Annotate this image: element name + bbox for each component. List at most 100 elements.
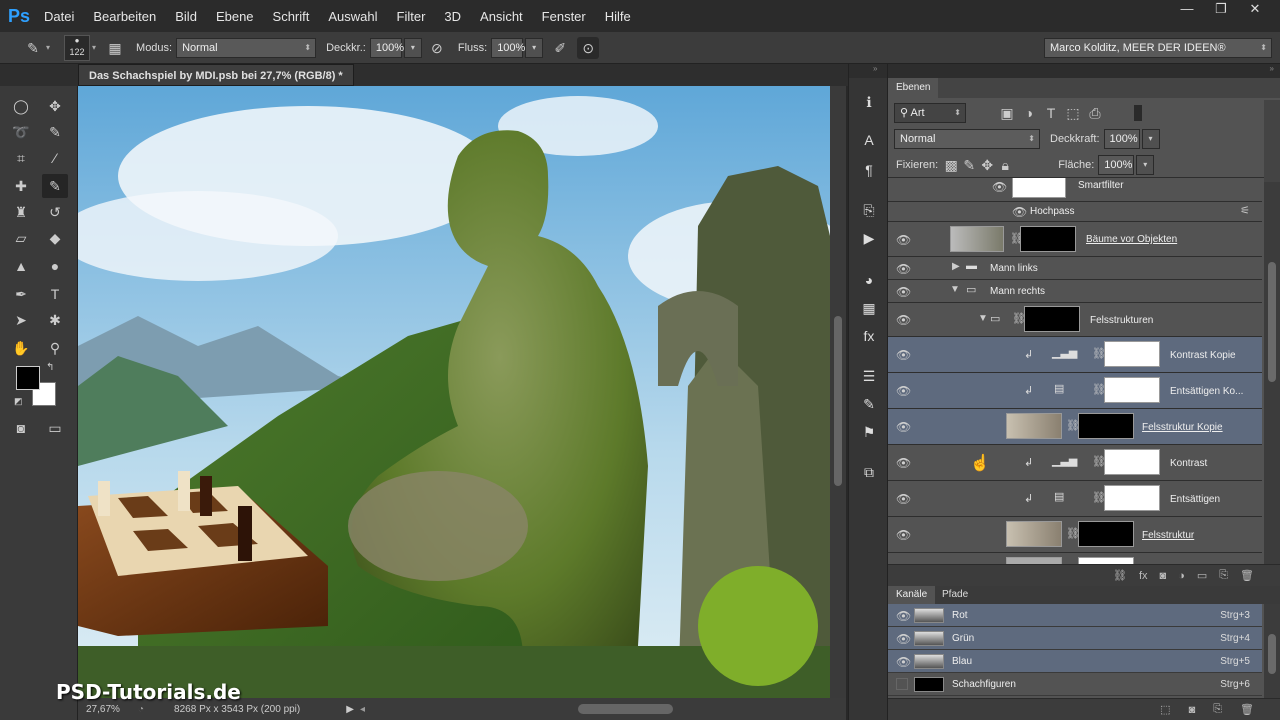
filter-options-icon[interactable]: ⚟ xyxy=(1240,204,1250,217)
blur-tool-icon[interactable]: ▲ xyxy=(8,254,34,278)
filter-toggle-icon[interactable] xyxy=(1134,105,1142,121)
restore-button[interactable]: ❐ xyxy=(1204,0,1238,20)
default-colors-icon[interactable]: ◩ xyxy=(14,396,23,407)
brush-tool-active-icon[interactable]: ✎ xyxy=(42,174,68,198)
fluss-dropdown-button[interactable]: ▾ xyxy=(525,37,544,58)
filter-kind-select[interactable]: ⚲ Art ⬍ xyxy=(894,103,966,123)
status-menu-arrow-icon[interactable]: ▶ xyxy=(346,704,354,715)
eye-icon[interactable]: 👁︎ xyxy=(896,632,911,646)
eye-icon[interactable]: 👁︎ xyxy=(896,420,911,434)
eye-icon[interactable]: 👁︎ xyxy=(1012,205,1027,219)
dodge-tool-icon[interactable]: ● xyxy=(42,254,68,278)
brush-tool-icon[interactable]: ✎ xyxy=(22,37,44,59)
flaeche-field[interactable]: 100% xyxy=(1098,154,1135,175)
minimize-button[interactable]: — xyxy=(1170,0,1204,20)
layer-group-row[interactable]: 👁︎ ▼ ▭ Mann rechts xyxy=(888,280,1262,303)
new-adjustment-icon[interactable]: ◑ xyxy=(1178,570,1185,582)
foreground-color-swatch[interactable] xyxy=(16,366,40,390)
collapse-arrow-icon[interactable]: ▼ xyxy=(950,284,960,295)
tab-pfade[interactable]: Pfade xyxy=(934,586,976,604)
zoom-tool-icon[interactable]: ⚲ xyxy=(42,336,68,360)
layer-row[interactable]: 👁︎ ↲ ▤ ⛓ Entsättigen Ko... xyxy=(888,373,1262,409)
new-channel-icon[interactable]: ⎘ xyxy=(1213,703,1222,716)
layers-scroll-thumb[interactable] xyxy=(1268,262,1276,382)
custom-shape-tool-icon[interactable]: ✱ xyxy=(42,308,68,332)
add-mask-icon[interactable]: ◙ xyxy=(1160,570,1167,582)
eye-icon[interactable]: 👁︎ xyxy=(992,180,1007,194)
lock-position-icon[interactable]: ✥ xyxy=(978,154,996,176)
quick-mask-icon[interactable]: ◙ xyxy=(8,416,34,440)
share-icon[interactable]: ◔ xyxy=(138,704,144,715)
color-panel-icon[interactable]: ◕ xyxy=(855,268,883,292)
deckkr-field[interactable]: 100% xyxy=(369,37,404,58)
menu-schrift[interactable]: Schrift xyxy=(273,9,310,24)
eye-icon[interactable]: 👁︎ xyxy=(896,233,911,247)
lock-all-icon[interactable]: 🔒︎ xyxy=(996,154,1014,176)
brush-panel-icon[interactable]: ▦ xyxy=(104,37,126,59)
expand-arrow-icon[interactable]: ▶ xyxy=(952,261,960,272)
filter-pixel-icon[interactable]: ▣ xyxy=(996,102,1018,124)
deckkraft-dropdown-button[interactable]: ▾ xyxy=(1141,129,1160,149)
paint-bucket-tool-icon[interactable]: ◆ xyxy=(42,226,68,250)
panel-collapse-icon[interactable]: » xyxy=(1270,64,1274,73)
healing-brush-tool-icon[interactable]: ✚ xyxy=(8,174,34,198)
path-selection-tool-icon[interactable]: ➤ xyxy=(8,308,34,332)
layer-row[interactable]: 👁︎ ↲ ▁▃▅ ⛓ Kontrast Kopie xyxy=(888,337,1262,373)
menu-hilfe[interactable]: Hilfe xyxy=(605,9,631,24)
menu-bild[interactable]: Bild xyxy=(175,9,197,24)
canvas-vertical-scrollbar[interactable] xyxy=(830,86,846,698)
paragraph-panel-icon[interactable]: ¶ xyxy=(855,158,883,182)
brush-picker-chevron-icon[interactable]: ▾ xyxy=(92,43,96,52)
channel-row[interactable]: 👁︎ Grün Strg+4 xyxy=(888,627,1262,650)
eyedropper-tool-icon[interactable]: ⁄ xyxy=(42,146,68,170)
adjustments-panel-icon[interactable]: ☰ xyxy=(855,364,883,388)
quick-selection-tool-icon[interactable]: ✎ xyxy=(42,120,68,144)
fluss-field[interactable]: 100% xyxy=(491,37,525,58)
horizontal-scroll-thumb[interactable] xyxy=(578,704,673,714)
menu-auswahl[interactable]: Auswahl xyxy=(328,9,377,24)
eye-icon[interactable]: 👁︎ xyxy=(896,384,911,398)
delete-channel-icon[interactable]: 🗑︎ xyxy=(1240,703,1254,716)
flaeche-dropdown-button[interactable]: ▾ xyxy=(1136,154,1155,175)
move-tool-icon[interactable]: ✥ xyxy=(42,94,68,118)
marquee-tool-icon[interactable]: ◯ xyxy=(8,94,34,118)
document-tab[interactable]: Das Schachspiel by MDI.psb bei 27,7% (RG… xyxy=(78,64,354,86)
lasso-tool-icon[interactable]: ➰ xyxy=(8,120,34,144)
eraser-tool-icon[interactable]: ▱ xyxy=(8,226,34,250)
screen-mode-icon[interactable]: ▭ xyxy=(42,416,68,440)
scroll-left-icon[interactable]: ◂ xyxy=(360,704,365,715)
channels-scroll-thumb[interactable] xyxy=(1268,634,1276,674)
eye-icon[interactable]: 👁︎ xyxy=(896,655,911,669)
layer-group-row[interactable]: 👁︎ ▼ ▭ ⛓ Felsstrukturen xyxy=(888,303,1262,337)
brush-presets-icon[interactable]: ✎ xyxy=(855,392,883,416)
eye-icon[interactable]: 👁︎ xyxy=(896,313,911,327)
hand-tool-icon[interactable]: ✋ xyxy=(8,336,34,360)
pen-tool-icon[interactable]: ✒ xyxy=(8,282,34,306)
eye-icon[interactable]: 👁︎ xyxy=(896,492,911,506)
hochpass-row[interactable]: 👁︎ Hochpass ⚟ xyxy=(888,202,1262,222)
menu-fenster[interactable]: Fenster xyxy=(542,9,586,24)
vertical-scroll-thumb[interactable] xyxy=(834,316,842,486)
info-panel-icon[interactable]: ℹ xyxy=(855,90,883,114)
crop-tool-icon[interactable]: ⌗ xyxy=(8,146,34,170)
pressure-opacity-icon[interactable]: ⊘ xyxy=(426,37,448,59)
3d-panel-icon[interactable]: ⧉ xyxy=(855,460,883,484)
dock-collapse-icon[interactable]: » xyxy=(849,64,887,78)
tab-kanaele[interactable]: Kanäle xyxy=(888,586,936,604)
layer-row[interactable]: 👁︎ ⛓ Felsstruktur Kopie xyxy=(888,409,1262,445)
eye-icon[interactable]: 👁︎ xyxy=(896,285,911,299)
layers-scrollbar[interactable] xyxy=(1264,182,1280,582)
deckkraft-field[interactable]: 100% xyxy=(1103,129,1140,149)
menu-ansicht[interactable]: Ansicht xyxy=(480,9,523,24)
layer-row[interactable]: 👁︎ ⛓ Felsstruktur xyxy=(888,517,1262,553)
canvas-image[interactable] xyxy=(78,86,830,698)
channel-row[interactable]: 👁︎ Rot Strg+3 xyxy=(888,604,1262,627)
history-panel-icon[interactable]: ⎘ xyxy=(855,198,883,222)
save-selection-icon[interactable]: ◙ xyxy=(1189,704,1196,716)
eye-icon[interactable]: 👁︎ xyxy=(896,456,911,470)
collapse-arrow-icon[interactable]: ▼ xyxy=(978,313,988,324)
clone-stamp-tool-icon[interactable]: ♜ xyxy=(8,200,34,224)
channel-row[interactable]: Schachfiguren Strg+6 xyxy=(888,673,1262,696)
modus-select[interactable]: Normal ⬍ xyxy=(176,37,317,58)
clone-source-icon[interactable]: ⚑ xyxy=(855,420,883,444)
